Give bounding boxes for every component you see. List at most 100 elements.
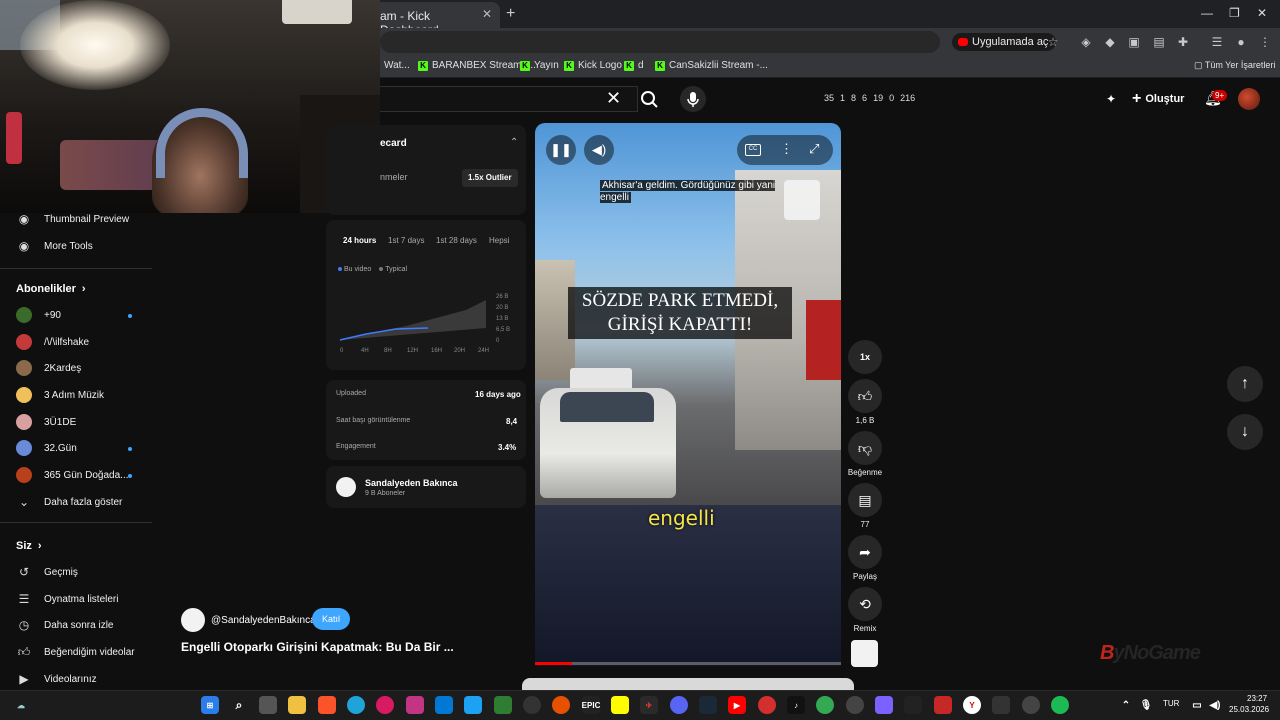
yandex-icon[interactable]: Y: [963, 696, 981, 714]
remix-icon[interactable]: ⟲: [848, 587, 882, 621]
sidebar-channel[interactable]: 3 Adım Müzik: [16, 384, 104, 406]
sound-thumbnail[interactable]: [851, 640, 878, 667]
range-tab-28d[interactable]: 1st 28 days: [436, 236, 477, 245]
app-icon[interactable]: [904, 696, 922, 714]
bookmark-item[interactable]: K CanSakizlii Stream -...: [655, 60, 768, 71]
app-icon[interactable]: [992, 696, 1010, 714]
new-tab-icon[interactable]: +: [506, 5, 515, 23]
shield-icon[interactable]: ◆: [1103, 35, 1117, 49]
input-language[interactable]: TUR: [1163, 699, 1179, 708]
browser-tab[interactable]: am - Kick Dashboard ✕: [372, 2, 500, 37]
spotify-icon[interactable]: [1051, 696, 1069, 714]
twitter-icon[interactable]: [464, 696, 482, 714]
search-icon[interactable]: ⌕: [230, 696, 248, 714]
chevron-up-icon[interactable]: ⌃: [510, 137, 518, 148]
join-button[interactable]: Katıl: [312, 608, 350, 630]
show-more-button[interactable]: ⌄ Daha fazla göster: [16, 491, 122, 513]
previous-video-button[interactable]: ↑: [1227, 366, 1263, 402]
app-icon[interactable]: [523, 696, 541, 714]
opera-icon[interactable]: [758, 696, 776, 714]
channel-avatar[interactable]: [181, 608, 205, 632]
clock-time[interactable]: 23:27: [1247, 694, 1267, 703]
dislike-icon[interactable]: 👎︎: [848, 431, 882, 465]
bookmark-item[interactable]: Wat...: [384, 60, 410, 71]
tray-overflow-icon[interactable]: ⌃: [1117, 696, 1135, 714]
store-icon[interactable]: [435, 696, 453, 714]
range-tab-7d[interactable]: 1st 7 days: [388, 236, 424, 245]
bookmark-item[interactable]: K BARANBEX Stream -...: [418, 60, 536, 71]
you-heading[interactable]: Siz ›: [16, 540, 42, 552]
file-explorer-icon[interactable]: [288, 696, 306, 714]
brave-icon[interactable]: [318, 696, 336, 714]
subscriptions-heading[interactable]: Abonelikler ›: [16, 283, 86, 295]
sidebar-item-playlists[interactable]: ☰ Oynatma listeleri: [16, 588, 119, 610]
window-close-icon[interactable]: ✕: [1257, 6, 1267, 20]
instagram-icon[interactable]: [406, 696, 424, 714]
channel-handle[interactable]: @SandalyedenBakınca: [211, 615, 316, 626]
sidebar-channel[interactable]: 365 Gün Doğada...: [16, 464, 129, 486]
youtube-icon[interactable]: ▶: [728, 696, 746, 714]
sidebar-channel[interactable]: 32.Gün: [16, 437, 77, 459]
app-icon[interactable]: [846, 696, 864, 714]
sidebar-item-watch-later[interactable]: ◷ Daha sonra izle: [16, 614, 114, 636]
copilot-icon[interactable]: [875, 696, 893, 714]
epic-games-icon[interactable]: EPIC: [582, 696, 600, 714]
steam-icon[interactable]: [699, 696, 717, 714]
app-icon[interactable]: [552, 696, 570, 714]
all-bookmarks[interactable]: ▢ Tüm Yer İşaretleri: [1194, 60, 1275, 71]
clock-date[interactable]: 25.03.2026: [1229, 705, 1269, 714]
sidebar-item-more-tools[interactable]: ◉ More Tools: [16, 235, 93, 257]
menu-icon[interactable]: ⋮: [1258, 35, 1272, 49]
sidebar-channel[interactable]: +90: [16, 304, 61, 326]
like-icon[interactable]: 👍︎: [848, 379, 882, 413]
start-icon[interactable]: ⊞: [201, 696, 219, 714]
volume-icon[interactable]: ◀): [584, 135, 614, 165]
search-icon[interactable]: [638, 86, 660, 112]
extension-icon[interactable]: ◈: [1079, 35, 1093, 49]
volume-icon[interactable]: ◀): [1206, 696, 1224, 714]
sidebar-item-history[interactable]: ↺ Geçmiş: [16, 561, 78, 583]
app-icon[interactable]: [494, 696, 512, 714]
share-icon[interactable]: ➦: [848, 535, 882, 569]
discord-icon[interactable]: [670, 696, 688, 714]
microphone-icon[interactable]: [680, 86, 706, 112]
chrome-icon[interactable]: [816, 696, 834, 714]
fullscreen-icon[interactable]: ⤢: [809, 141, 819, 157]
close-tab-icon[interactable]: ✕: [482, 7, 492, 21]
video-progress-track[interactable]: [535, 662, 841, 665]
video-channel[interactable]: @SandalyedenBakınca: [181, 608, 316, 632]
sidebar-channel[interactable]: 3Ü1DE: [16, 411, 76, 433]
bookmark-item[interactable]: K Kick Logo: [564, 60, 622, 71]
tiktok-icon[interactable]: ♪: [787, 696, 805, 714]
playback-speed-button[interactable]: 1x: [848, 340, 882, 374]
minimize-icon[interactable]: —: [1201, 6, 1213, 20]
video-title[interactable]: Engelli Otoparkı Girişini Kapatmak: Bu D…: [181, 640, 454, 654]
sidebar-item-liked-videos[interactable]: 👍︎ Beğendiğim videolar: [16, 641, 135, 663]
app-icon[interactable]: ✈: [640, 696, 658, 714]
sidebar-channel[interactable]: 2Kardeş: [16, 357, 81, 379]
bookmark-item[interactable]: Kd: [624, 60, 644, 71]
range-tab-all[interactable]: Hepsi: [489, 236, 509, 245]
obs-icon[interactable]: [1022, 696, 1040, 714]
task-view-icon[interactable]: [259, 696, 277, 714]
snapchat-icon[interactable]: [611, 696, 629, 714]
edge-icon[interactable]: [347, 696, 365, 714]
app-icon[interactable]: [934, 696, 952, 714]
next-video-button[interactable]: ↓: [1227, 414, 1263, 450]
sidebar-item-thumbnail-preview[interactable]: ◉ Thumbnail Preview: [16, 208, 129, 230]
address-bar[interactable]: [380, 31, 940, 53]
extension-icon[interactable]: ▣: [1127, 35, 1141, 49]
network-icon[interactable]: ▭: [1188, 696, 1206, 714]
star-icon[interactable]: ☆: [1046, 35, 1060, 49]
media-player-icon[interactable]: [376, 696, 394, 714]
create-button[interactable]: + Oluştur: [1132, 90, 1184, 108]
puzzle-icon[interactable]: ✚: [1176, 35, 1190, 49]
range-tab-24h[interactable]: 24 hours: [343, 236, 376, 245]
more-options-icon[interactable]: ⋮: [780, 141, 793, 157]
extension-icon[interactable]: ✦: [1104, 92, 1118, 106]
avatar[interactable]: [1238, 88, 1260, 110]
extension-icon[interactable]: ▤: [1152, 35, 1166, 49]
bookmark-item[interactable]: K Yayın: [520, 60, 559, 71]
restore-icon[interactable]: ❐: [1229, 6, 1240, 20]
microphone-icon[interactable]: 🎙︎: [1137, 696, 1155, 714]
